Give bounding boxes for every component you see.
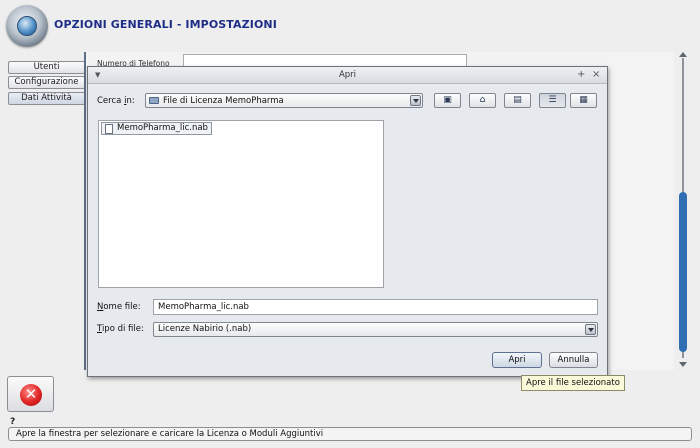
filename-label: Nome file:	[97, 302, 141, 312]
sidebar-item-utenti[interactable]: Utenti	[8, 61, 85, 74]
up-folder-button[interactable]: ▣	[434, 93, 461, 108]
list-item[interactable]: MemoPharma_lic.nab	[101, 122, 212, 135]
dialog-title: Apri	[338, 70, 357, 80]
chevron-down-icon[interactable]	[585, 324, 596, 335]
scrollbar-thumb[interactable]	[679, 192, 687, 352]
status-bar: Apre la finestra per selezionare e caric…	[8, 427, 692, 441]
folder-icon	[149, 97, 159, 104]
file-list[interactable]: MemoPharma_lic.nab	[98, 120, 384, 288]
home-icon: ⌂	[479, 95, 486, 105]
tooltip: Apre il file selezionato	[521, 375, 625, 391]
look-in-select[interactable]: File di Licenza MemoPharma	[145, 93, 423, 108]
up-folder-icon: ▣	[443, 95, 452, 105]
scroll-up-icon[interactable]	[679, 52, 687, 57]
chevron-down-icon[interactable]	[410, 95, 421, 106]
sidebar-item-configurazione[interactable]: Configurazione	[8, 76, 85, 89]
cancel-button[interactable]: Annulla	[549, 352, 598, 368]
filetype-label: Tipo di file:	[97, 324, 144, 334]
app-logo-icon	[6, 5, 48, 47]
details-view-button[interactable]: ▦	[570, 93, 597, 108]
file-icon	[105, 124, 113, 134]
list-view-icon: ☰	[548, 95, 557, 105]
page-title: OPZIONI GENERALI - IMPOSTAZIONI	[54, 18, 277, 31]
scroll-down-icon[interactable]	[679, 362, 687, 367]
help-icon[interactable]: ?	[10, 417, 15, 427]
sidebar-item-dati-attivita[interactable]: Dati Attività	[8, 92, 85, 105]
look-in-label: Cerca in:	[97, 96, 135, 106]
dialog-close-icon[interactable]: ×	[592, 69, 600, 80]
open-file-dialog: ▼ Apri + × Cerca in: File di Licenza Mem…	[87, 66, 608, 377]
filename-field[interactable]: MemoPharma_lic.nab	[153, 299, 598, 315]
close-icon: ✕	[20, 384, 42, 406]
home-button[interactable]: ⌂	[469, 93, 496, 108]
list-view-button[interactable]: ☰	[539, 93, 566, 108]
new-folder-icon: ▤	[513, 95, 522, 105]
filetype-select[interactable]: Licenze Nabirio (.nab)	[153, 322, 598, 337]
close-button[interactable]: ✕	[7, 376, 54, 412]
open-button[interactable]: Apri	[492, 352, 542, 368]
dialog-titlebar[interactable]: ▼ Apri + ×	[88, 67, 607, 84]
details-view-icon: ▦	[579, 95, 588, 105]
new-folder-button[interactable]: ▤	[504, 93, 531, 108]
maximize-icon[interactable]: +	[577, 69, 585, 80]
vertical-scrollbar[interactable]	[678, 52, 688, 370]
